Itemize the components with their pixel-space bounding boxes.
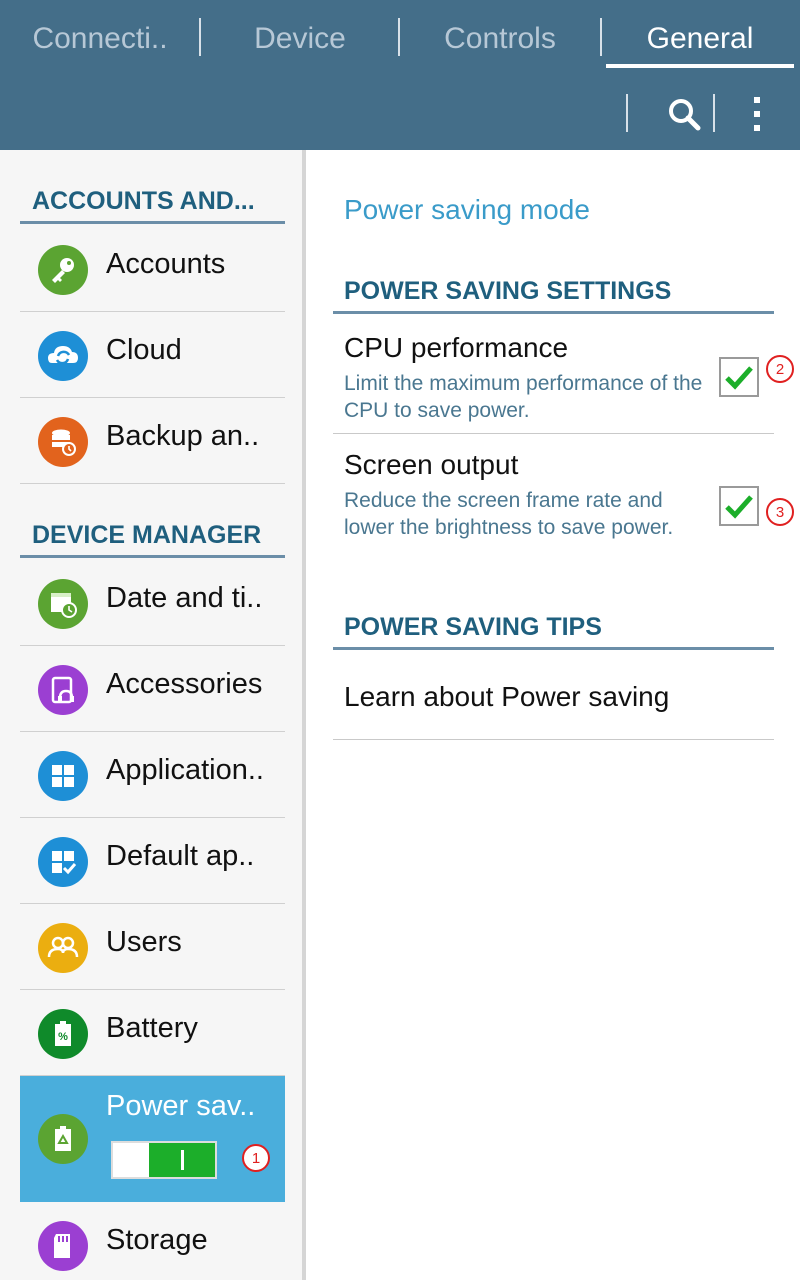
sidebar-item-label: Date and ti.. <box>106 582 263 614</box>
annotation-badge-1: 1 <box>242 1144 270 1172</box>
settings-sidebar: ACCOUNTS AND... Accounts Cloud Backup an… <box>0 150 302 1280</box>
setting-title: Screen output <box>344 449 519 480</box>
setting-summary: Limit the maximum performance of the CPU… <box>344 372 703 422</box>
toolbar-divider <box>713 94 715 132</box>
sidebar-item-label: Accessories <box>106 668 263 700</box>
search-icon[interactable] <box>660 90 710 140</box>
setting-cpu-performance[interactable]: CPU performance Limit the maximum perfor… <box>333 317 794 434</box>
screen-output-checkbox[interactable] <box>719 486 759 526</box>
tab-divider <box>600 18 602 56</box>
tab-connections[interactable]: Connecti.. <box>0 0 200 76</box>
tab-general[interactable]: General <box>600 0 800 76</box>
accessories-icon <box>38 665 88 715</box>
sidebar-item-label: Accounts <box>106 248 226 280</box>
tab-device[interactable]: Device <box>200 0 400 76</box>
sidebar-item-users[interactable]: Users <box>20 904 285 990</box>
section-power-saving-settings: POWER SAVING SETTINGS <box>333 274 774 314</box>
battery-icon: % <box>38 1009 88 1059</box>
sidebar-item-label: Battery <box>106 1012 198 1044</box>
toggle-on-track <box>149 1143 215 1177</box>
tab-divider <box>199 18 201 56</box>
sidebar-item-label: Users <box>106 926 182 958</box>
toolbar-actions <box>620 76 800 150</box>
sidebar-item-accounts[interactable]: Accounts <box>20 226 285 312</box>
apps-grid-icon <box>38 751 88 801</box>
action-bar: Connecti.. Device Controls General <box>0 0 800 150</box>
tips-link-label: Learn about Power saving <box>344 681 670 712</box>
sidebar-item-date-time[interactable]: Date and ti.. <box>20 560 285 646</box>
sidebar-item-label: Power sav.. <box>106 1090 256 1122</box>
sidebar-item-label: Backup an.. <box>106 420 260 452</box>
calendar-clock-icon <box>38 579 88 629</box>
sidebar-item-label: Cloud <box>106 334 182 366</box>
sidebar-item-label: Default ap.. <box>106 840 255 872</box>
cloud-sync-icon <box>38 331 88 381</box>
default-apps-icon <box>38 837 88 887</box>
sidebar-item-cloud[interactable]: Cloud <box>20 312 285 398</box>
sidebar-item-label: Storage <box>106 1224 208 1256</box>
section-device-manager: DEVICE MANAGER <box>20 516 285 558</box>
power-saving-icon <box>38 1114 88 1164</box>
annotation-badge-3: 3 <box>766 498 794 526</box>
power-saving-detail: Power saving mode POWER SAVING SETTINGS … <box>306 150 800 1280</box>
tab-controls[interactable]: Controls <box>400 0 600 76</box>
setting-title: CPU performance <box>344 332 569 363</box>
backup-icon <box>38 417 88 467</box>
learn-about-power-saving[interactable]: Learn about Power saving <box>333 653 774 740</box>
key-icon <box>38 245 88 295</box>
page-title[interactable]: Power saving mode <box>344 194 590 226</box>
sidebar-item-label: Application.. <box>106 754 264 786</box>
sidebar-item-default-apps[interactable]: Default ap.. <box>20 818 285 904</box>
sidebar-item-applications[interactable]: Application.. <box>20 732 285 818</box>
tab-strip: Connecti.. Device Controls General <box>0 0 800 76</box>
annotation-badge-2: 2 <box>766 355 794 383</box>
sidebar-item-storage[interactable]: Storage <box>20 1202 285 1288</box>
sd-card-icon <box>38 1221 88 1271</box>
toolbar-divider <box>626 94 628 132</box>
cpu-performance-checkbox[interactable] <box>719 357 759 397</box>
setting-screen-output[interactable]: Screen output Reduce the screen frame ra… <box>333 434 794 577</box>
tab-divider <box>398 18 400 56</box>
setting-summary: Reduce the screen frame rate and lower t… <box>344 489 674 539</box>
toggle-thumb-mark <box>181 1150 184 1170</box>
more-vert-icon[interactable] <box>742 90 772 140</box>
sidebar-item-backup[interactable]: Backup an.. <box>20 398 285 484</box>
sidebar-item-accessories[interactable]: Accessories <box>20 646 285 732</box>
sidebar-item-power-saving[interactable]: Power sav.. 1 <box>20 1076 285 1202</box>
power-saving-toggle[interactable] <box>111 1141 217 1179</box>
sidebar-item-battery[interactable]: % Battery <box>20 990 285 1076</box>
section-accounts: ACCOUNTS AND... <box>20 182 285 224</box>
section-power-saving-tips: POWER SAVING TIPS <box>333 610 774 650</box>
users-icon <box>38 923 88 973</box>
svg-text:%: % <box>58 1031 68 1043</box>
